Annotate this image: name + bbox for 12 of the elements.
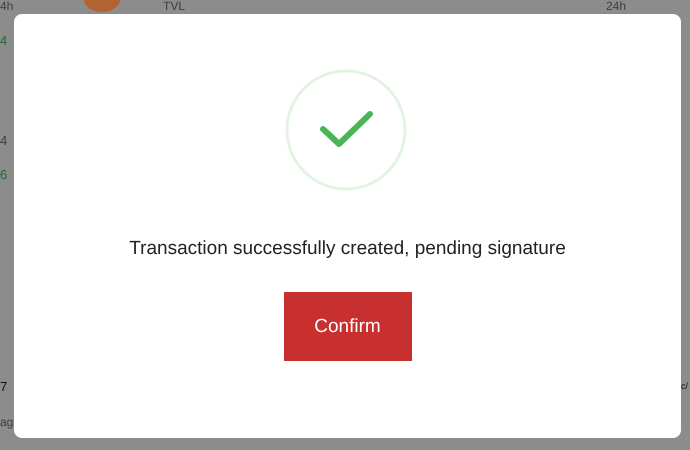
background-text: TVL [163,0,186,14]
background-text: 6 [0,168,8,182]
checkmark-icon [284,68,408,192]
message-text: Transaction successfully created, pending signature [129,238,566,260]
confirm-button[interactable]: Confirm [284,292,412,361]
background-text: 4 [0,134,8,148]
background-text: 4 [0,34,8,48]
background-text: 4h [0,0,14,14]
background-text: ag [0,416,14,430]
background-text: c/ [681,382,688,392]
background-text: 7 [0,380,8,394]
background-text: 24h [606,0,626,14]
